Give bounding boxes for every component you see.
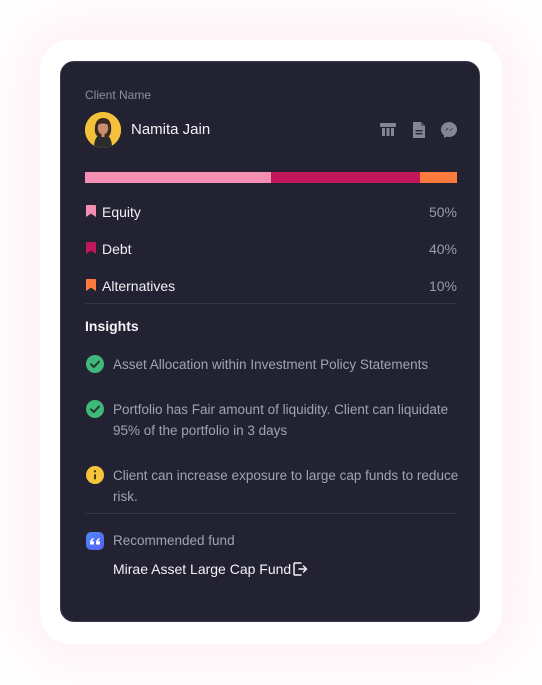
allocation-bar-segment-equity: [85, 172, 271, 183]
divider: [85, 303, 457, 304]
client-card: Client Name Namita Jain Equity 50% Debt …: [60, 61, 480, 622]
allocation-bar-segment-debt: [271, 172, 420, 183]
recommended-fund-label: Recommended fund: [113, 533, 235, 548]
allocation-percent: 40%: [428, 241, 457, 257]
allocation-label: Debt: [102, 241, 132, 257]
client-name: Namita Jain: [131, 121, 211, 138]
allocation-label: Equity: [102, 204, 141, 220]
allocation-bar: [85, 172, 457, 183]
allocation-label: Alternatives: [102, 278, 176, 294]
fund-name-link[interactable]: Mirae Asset Large Cap Fund: [113, 561, 291, 577]
messenger-icon[interactable]: [440, 121, 458, 139]
bookmark-icon: [86, 205, 96, 217]
insight-text: Asset Allocation within Investment Polic…: [113, 357, 429, 372]
allocation-row-equity: Equity 50%: [85, 201, 457, 223]
allocation-row-alternatives: Alternatives 10%: [85, 275, 457, 297]
check-circle-icon: [86, 355, 104, 373]
bank-icon[interactable]: [379, 121, 397, 139]
divider: [85, 513, 457, 514]
external-link-icon[interactable]: [292, 561, 308, 577]
quote-icon: [86, 532, 104, 550]
allocation-row-debt: Debt 40%: [85, 238, 457, 260]
document-icon[interactable]: [410, 121, 428, 139]
avatar: [85, 112, 121, 148]
insight-text: Portfolio has Fair amount of liquidity. …: [113, 402, 449, 438]
allocation-percent: 50%: [428, 204, 457, 220]
info-circle-icon: [86, 466, 104, 484]
insights-title: Insights: [85, 318, 139, 334]
bookmark-icon: [86, 242, 96, 254]
bookmark-icon: [86, 279, 96, 291]
insight-text: Client can increase exposure to large ca…: [113, 468, 459, 504]
allocation-percent: 10%: [428, 278, 457, 294]
client-name-label: Client Name: [85, 88, 152, 102]
allocation-bar-segment-alternatives: [419, 172, 457, 183]
check-circle-icon: [86, 400, 104, 418]
